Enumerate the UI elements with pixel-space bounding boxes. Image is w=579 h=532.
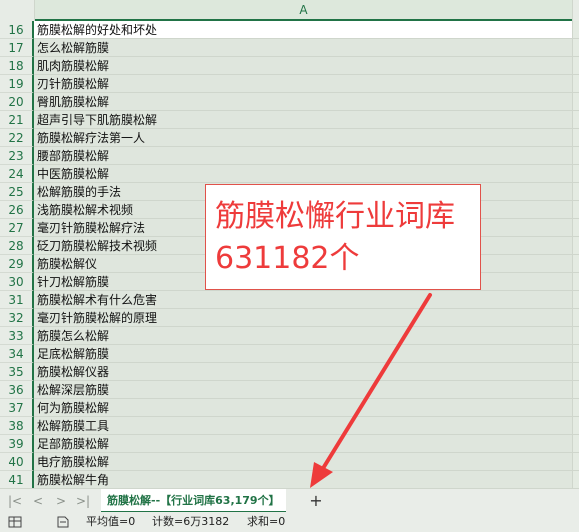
status-sum: 求和=0: [247, 515, 286, 528]
status-count: 计数=6万3182: [152, 515, 230, 528]
first-sheet-button[interactable]: |<: [4, 489, 26, 513]
add-sheet-button[interactable]: +: [305, 489, 327, 513]
page-layout-icon[interactable]: [56, 515, 70, 529]
cell-mode-icon[interactable]: [8, 515, 22, 529]
prev-sheet-button[interactable]: <: [27, 489, 49, 513]
sheet-tab-active[interactable]: 筋膜松解--【行业词库63,179个】: [101, 489, 286, 513]
annotation-arrow: [310, 293, 432, 488]
status-average: 平均值=0: [86, 515, 136, 528]
sheet-tab-bar: |< < > >| 筋膜松解--【行业词库63,179个】 +: [0, 488, 579, 513]
last-sheet-button[interactable]: >|: [72, 489, 94, 513]
next-sheet-button[interactable]: >: [50, 489, 72, 513]
status-bar: 平均值=0 计数=6万3182 求和=0: [0, 512, 579, 532]
